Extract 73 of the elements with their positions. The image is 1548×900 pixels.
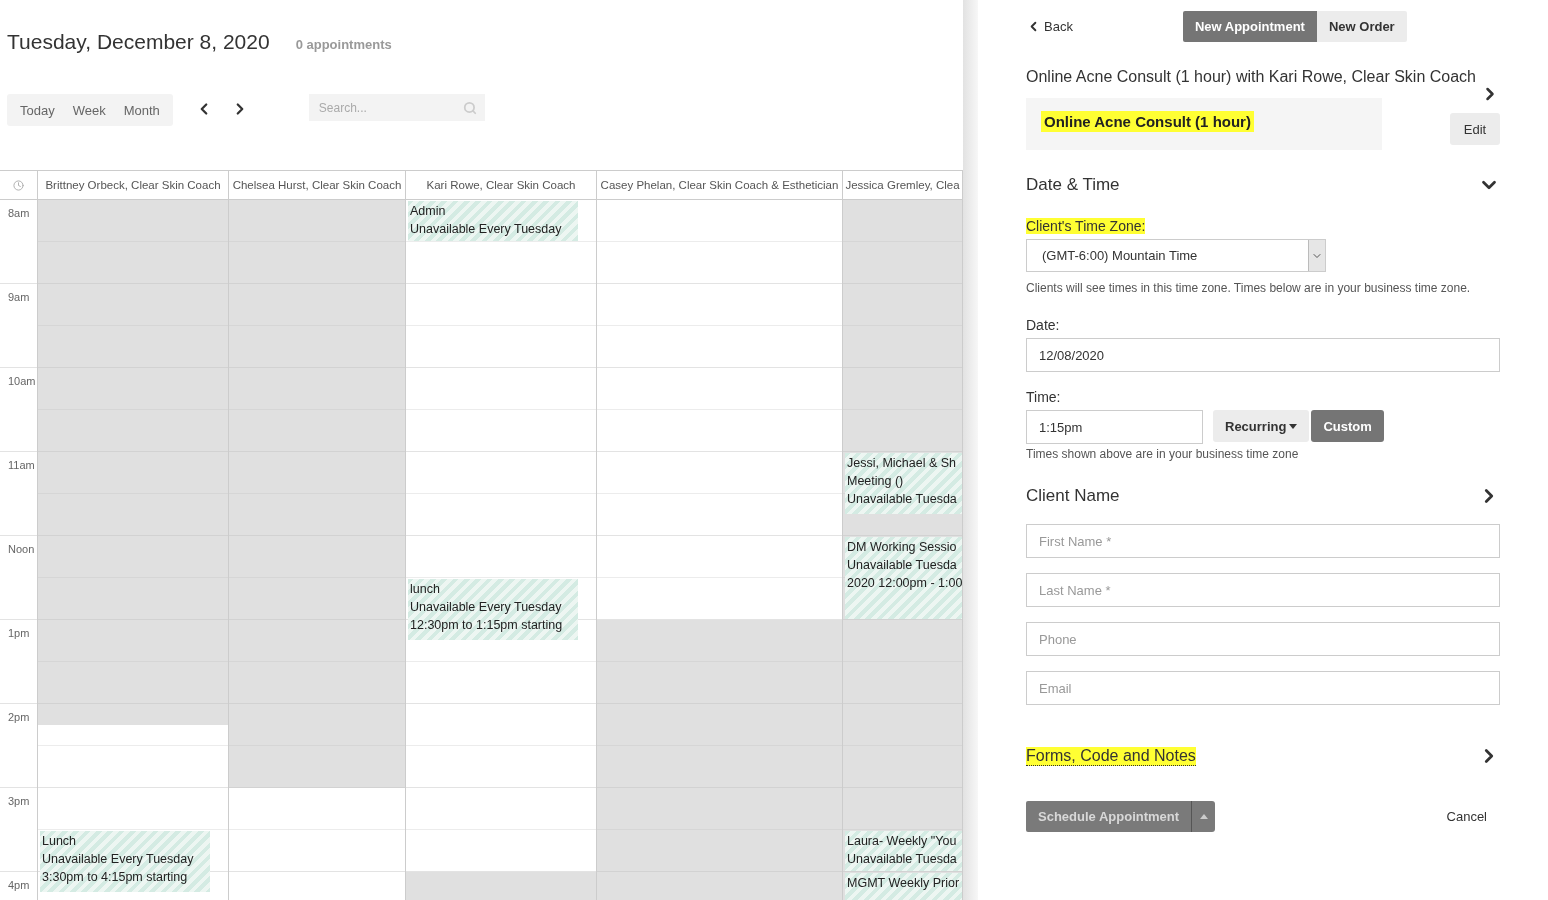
calendar-event[interactable]: lunch Unavailable Every Tuesday 12:30pm to 1:15pm starting [408, 579, 578, 640]
event-text: Lunch [42, 833, 78, 850]
client-field[interactable]: First Name * [1026, 524, 1500, 558]
event-text: Unavailable Tuesda [847, 851, 958, 868]
calendar-event[interactable]: Jessi, Michael & Sh Meeting () Unavailable Tuesda [845, 453, 962, 514]
caret-icon [1289, 423, 1298, 429]
event-text: Unavailable Every Tuesday [42, 851, 195, 868]
column-header: Brittney Orbeck, Clear Skin Coach [38, 171, 229, 199]
event-text: Unavailable Every Tuesday [410, 221, 563, 238]
forms-link[interactable]: Forms, Code and Notes [1026, 746, 1196, 766]
back-label: Back [1044, 19, 1073, 34]
event-text: 3:30pm to 4:15pm starting [42, 869, 189, 886]
calendar-event[interactable]: DM Working Sessio Unavailable Tuesda 2020 12:00pm - 1:00 [845, 537, 962, 619]
view-button[interactable]: Today [11, 94, 64, 126]
help-text: Times shown above are in your business time zone [1026, 447, 1300, 461]
event-text: Laura- Weekly "You [847, 833, 958, 850]
hour-label: 9am [8, 291, 30, 303]
calendar-event[interactable]: Admin Unavailable Every Tuesday [408, 201, 578, 241]
hour-label: 1pm [8, 627, 30, 639]
event-text: Unavailable Every Tuesday [410, 599, 563, 616]
hour-label: 2pm [8, 711, 30, 723]
section-heading: Date & Time [1026, 175, 1120, 195]
date-field[interactable]: 12/08/2020 [1026, 338, 1500, 372]
column-header: Casey Phelan, Clear Skin Coach & Esthetician [597, 171, 843, 199]
event-text: Meeting () [847, 473, 905, 490]
hour-label: 8am [8, 207, 30, 219]
back-link[interactable]: Back [1026, 19, 1073, 34]
time-field[interactable]: 1:15pm [1026, 410, 1203, 444]
column-header: Kari Rowe, Clear Skin Coach [406, 171, 597, 199]
edit-button[interactable]: Edit [1450, 113, 1500, 145]
calendar-event[interactable]: MGMT Weekly Prior [845, 873, 962, 900]
event-text: DM Working Sessio [847, 539, 958, 556]
time-mode-button[interactable]: Recurring [1213, 410, 1310, 442]
timezone-select[interactable]: (GMT-6:00) Mountain Time [1026, 239, 1326, 272]
calendar-event[interactable]: Laura- Weekly "You Unavailable Tuesda [845, 831, 962, 871]
calendar-event[interactable]: Lunch Unavailable Every Tuesday 3:30pm to 4:15pm starting [40, 831, 210, 892]
tab[interactable]: New Order [1316, 11, 1407, 42]
event-text: Unavailable Tuesda [847, 557, 958, 574]
field-label: Client's Time Zone: [1026, 218, 1146, 234]
client-field[interactable]: Phone [1026, 622, 1500, 656]
field-label: Time: [1026, 389, 1061, 405]
tab[interactable]: New Appointment [1182, 11, 1317, 42]
caret-up-icon [1199, 814, 1208, 819]
event-text: 12:30pm to 1:15pm starting [410, 617, 564, 634]
event-text: Admin [410, 203, 447, 220]
search-icon [462, 101, 477, 115]
hour-label: 3pm [8, 795, 30, 807]
service-name: Online Acne Consult (1 hour) [1041, 111, 1254, 132]
day-title: Tuesday, December 8, 2020 [7, 30, 270, 54]
hour-label: 11am [8, 459, 35, 471]
column-header: Chelsea Hurst, Clear Skin Coach [229, 171, 406, 199]
view-button[interactable]: Month [114, 94, 169, 126]
event-text: 2020 12:00pm - 1:00 [847, 575, 960, 592]
event-text: Unavailable Tuesda [847, 491, 958, 508]
search-field[interactable]: Search... [308, 94, 485, 121]
client-field[interactable]: Email [1026, 671, 1500, 705]
section-heading: Client Name [1026, 486, 1120, 506]
hour-label: Noon [8, 543, 35, 555]
cancel-link[interactable]: Cancel [1446, 809, 1487, 824]
event-text: lunch [410, 581, 441, 598]
help-text: Clients will see times in this time zone. Times below are in your business time zone. [1026, 281, 1472, 295]
appointment-title: Online Acne Consult (1 hour) with Kari Rowe, Clear Skin Coach [1026, 68, 1477, 86]
time-mode-button[interactable]: Custom [1311, 410, 1384, 442]
clock-icon [13, 179, 24, 191]
appointment-count: 0 appointments [295, 37, 392, 52]
event-text: MGMT Weekly Prior [847, 875, 960, 892]
view-button[interactable]: Week [63, 94, 115, 126]
event-text: Jessi, Michael & Sh [847, 455, 958, 472]
hour-label: 4pm [8, 879, 30, 891]
hour-label: 10am [8, 375, 36, 387]
field-label: Date: [1026, 317, 1060, 333]
more-options-button[interactable] [1191, 801, 1216, 832]
client-field[interactable]: Last Name * [1026, 573, 1500, 607]
